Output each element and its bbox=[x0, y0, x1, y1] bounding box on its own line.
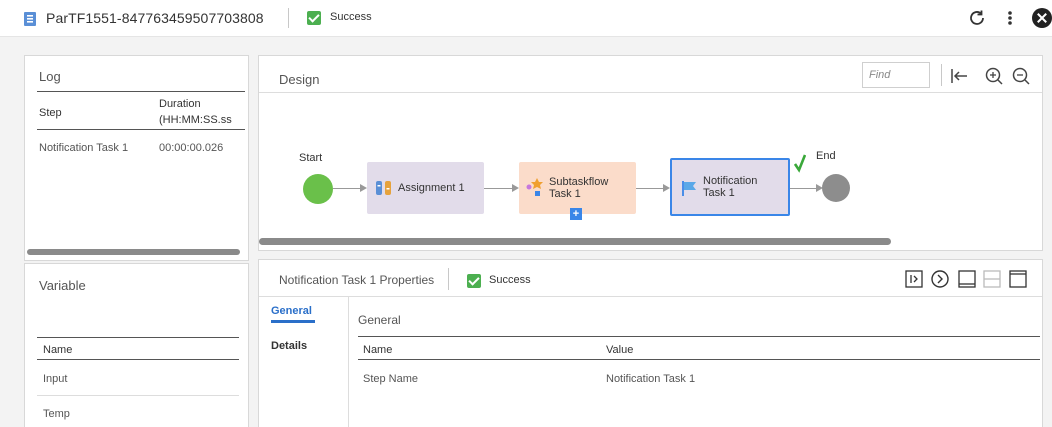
notification-flag-icon bbox=[682, 181, 696, 196]
tab-details[interactable]: Details bbox=[271, 340, 307, 352]
variable-col-name[interactable]: Name bbox=[43, 344, 72, 356]
main-content: Log Step Duration (HH:MM:SS.ss Notificat… bbox=[0, 36, 1052, 427]
resume-icon[interactable] bbox=[904, 269, 924, 289]
design-panel: Design Find Start Assignment 1 Subtaskfl… bbox=[258, 55, 1043, 251]
active-tab-indicator bbox=[271, 320, 315, 323]
end-node[interactable] bbox=[822, 174, 850, 202]
divider bbox=[358, 336, 1040, 337]
start-label: Start bbox=[299, 152, 323, 164]
divider bbox=[37, 337, 239, 338]
status-badge: Success bbox=[489, 274, 531, 286]
divider bbox=[37, 395, 239, 396]
divider bbox=[37, 91, 245, 92]
task-notification-1[interactable]: Notification Task 1 bbox=[670, 158, 790, 216]
header-bar: ParTF1551-847763459507703808 Success bbox=[0, 0, 1052, 36]
success-tick-icon bbox=[794, 154, 806, 173]
log-row-step[interactable]: Notification Task 1 bbox=[39, 142, 128, 154]
design-title: Design bbox=[279, 72, 320, 87]
connector-arrow bbox=[484, 184, 519, 192]
layout-split-icon[interactable] bbox=[982, 269, 1002, 289]
page-title: ParTF1551-847763459507703808 bbox=[46, 10, 264, 26]
task-subtaskflow-1[interactable]: Subtaskflow Task 1 bbox=[519, 162, 636, 214]
end-label: End bbox=[816, 150, 836, 162]
next-step-icon[interactable] bbox=[930, 269, 950, 289]
success-check-icon bbox=[307, 11, 321, 25]
assignment-icon bbox=[376, 181, 391, 195]
refresh-icon[interactable] bbox=[966, 7, 988, 29]
divider bbox=[448, 268, 449, 290]
divider bbox=[259, 296, 1042, 297]
props-col-value[interactable]: Value bbox=[606, 344, 633, 356]
find-input[interactable]: Find bbox=[862, 62, 930, 88]
divider bbox=[348, 297, 349, 427]
layout-top-icon[interactable] bbox=[1008, 269, 1028, 289]
variable-row[interactable]: Temp bbox=[43, 408, 70, 420]
divider bbox=[37, 359, 239, 360]
log-scrollbar[interactable] bbox=[27, 249, 240, 255]
properties-panel: Notification Task 1 Properties Success G… bbox=[258, 259, 1043, 427]
section-title: General bbox=[358, 313, 401, 327]
more-vert-icon[interactable] bbox=[1005, 7, 1015, 29]
success-check-icon bbox=[467, 274, 481, 288]
log-title: Log bbox=[39, 69, 61, 84]
task-label-line2: Task 1 bbox=[703, 187, 735, 199]
subtaskflow-icon bbox=[526, 178, 543, 196]
props-row-name: Step Name bbox=[363, 373, 419, 385]
fit-left-icon[interactable] bbox=[948, 65, 970, 87]
zoom-in-icon[interactable] bbox=[983, 65, 1005, 87]
properties-title: Notification Task 1 Properties bbox=[279, 273, 435, 287]
start-node[interactable] bbox=[303, 174, 333, 204]
props-col-name[interactable]: Name bbox=[363, 344, 392, 356]
divider bbox=[259, 92, 1042, 93]
divider bbox=[288, 8, 289, 28]
variable-panel: Variable Name Input Temp bbox=[24, 263, 249, 427]
task-assignment-1[interactable]: Assignment 1 bbox=[367, 162, 484, 214]
variable-title: Variable bbox=[39, 278, 86, 293]
design-scrollbar[interactable] bbox=[259, 238, 891, 245]
taskflow-icon bbox=[24, 12, 36, 26]
expand-icon[interactable]: + bbox=[570, 208, 582, 220]
connector-arrow bbox=[636, 184, 670, 192]
variable-row[interactable]: Input bbox=[43, 373, 67, 385]
task-label: Subtaskflow bbox=[549, 176, 609, 188]
task-label: Notification bbox=[703, 175, 758, 187]
log-col-duration[interactable]: Duration (HH:MM:SS.ss bbox=[159, 96, 247, 128]
divider bbox=[37, 129, 245, 130]
task-label: Assignment 1 bbox=[398, 182, 465, 194]
tab-general[interactable]: General bbox=[271, 305, 312, 317]
log-row-duration: 00:00:00.026 bbox=[159, 142, 224, 154]
props-row-value: Notification Task 1 bbox=[606, 373, 696, 385]
connector-arrow bbox=[333, 184, 367, 192]
log-panel: Log Step Duration (HH:MM:SS.ss Notificat… bbox=[24, 55, 249, 261]
divider bbox=[358, 359, 1040, 360]
divider bbox=[941, 64, 942, 86]
log-col-step[interactable]: Step bbox=[39, 107, 62, 119]
task-label-line2: Task 1 bbox=[549, 188, 581, 200]
zoom-out-icon[interactable] bbox=[1010, 65, 1032, 87]
connector-arrow bbox=[790, 184, 823, 192]
layout-bottom-icon[interactable] bbox=[957, 269, 977, 289]
status-badge: Success bbox=[330, 11, 372, 23]
close-icon[interactable] bbox=[1032, 8, 1052, 28]
